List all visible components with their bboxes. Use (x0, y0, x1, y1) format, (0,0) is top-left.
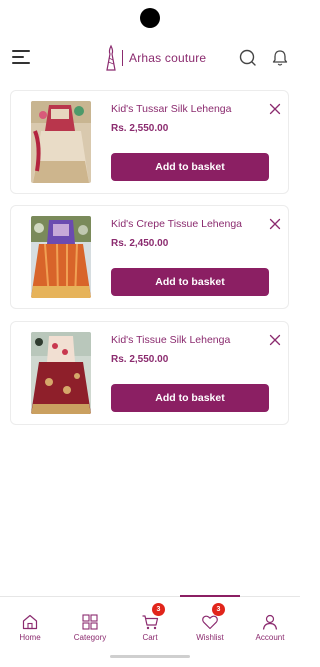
search-icon[interactable] (238, 48, 258, 68)
nav-item-home[interactable]: Home (0, 597, 60, 647)
product-price: Rs. 2,550.00 (111, 123, 169, 134)
notification-bell-icon[interactable] (270, 48, 290, 68)
remove-close-icon[interactable] (269, 218, 281, 230)
grid-icon (82, 614, 98, 630)
add-to-basket-button[interactable]: Add to basket (111, 268, 269, 296)
nav-label: Home (19, 633, 41, 642)
home-indicator-bar (110, 655, 190, 658)
nav-label: Category (73, 633, 107, 642)
camera-notch (140, 8, 160, 28)
brand-separator (122, 50, 123, 66)
add-to-basket-button[interactable]: Add to basket (111, 153, 269, 181)
nav-item-category[interactable]: Category (60, 597, 120, 647)
wishlist-item-card: Kid's Tissue Silk Lehenga Rs. 2,550.00 A… (10, 321, 289, 425)
remove-close-icon[interactable] (269, 334, 281, 346)
product-price: Rs. 2,550.00 (111, 354, 169, 365)
product-price: Rs. 2,450.00 (111, 238, 169, 249)
lehenga-maroon-image[interactable] (31, 332, 91, 414)
app-header: Arhas couture (0, 40, 300, 76)
wishlist-item-card: Kid's Crepe Tissue Lehenga Rs. 2,450.00 … (10, 205, 289, 309)
product-title[interactable]: Kid's Crepe Tissue Lehenga (111, 218, 242, 230)
remove-close-icon[interactable] (269, 103, 281, 115)
hamburger-menu-icon[interactable] (12, 50, 32, 66)
add-to-basket-button[interactable]: Add to basket (111, 384, 269, 412)
dress-logo-icon (106, 44, 116, 71)
bottom-navigation: Home Category 3 Cart 3 Wishlist Account (0, 595, 300, 647)
wishlist-item-card: Kid's Tussar Silk Lehenga Rs. 2,550.00 A… (10, 90, 289, 194)
nav-label: Account (255, 633, 285, 642)
wishlist-count-badge: 3 (212, 603, 225, 616)
cart-count-badge: 3 (152, 603, 165, 616)
nav-item-account[interactable]: Account (240, 597, 300, 647)
lehenga-cream-red-image[interactable] (31, 101, 91, 183)
brand-name: Arhas couture (129, 51, 207, 65)
nav-item-wishlist[interactable]: 3 Wishlist (180, 597, 240, 647)
brand-logo[interactable]: Arhas couture (104, 44, 206, 72)
lehenga-orange-image[interactable] (31, 216, 91, 298)
nav-label: Wishlist (196, 633, 224, 642)
product-title[interactable]: Kid's Tussar Silk Lehenga (111, 103, 232, 115)
nav-item-cart[interactable]: 3 Cart (120, 597, 180, 647)
product-title[interactable]: Kid's Tissue Silk Lehenga (111, 334, 230, 346)
home-icon (22, 614, 38, 630)
nav-label: Cart (142, 633, 158, 642)
user-icon (262, 614, 278, 630)
